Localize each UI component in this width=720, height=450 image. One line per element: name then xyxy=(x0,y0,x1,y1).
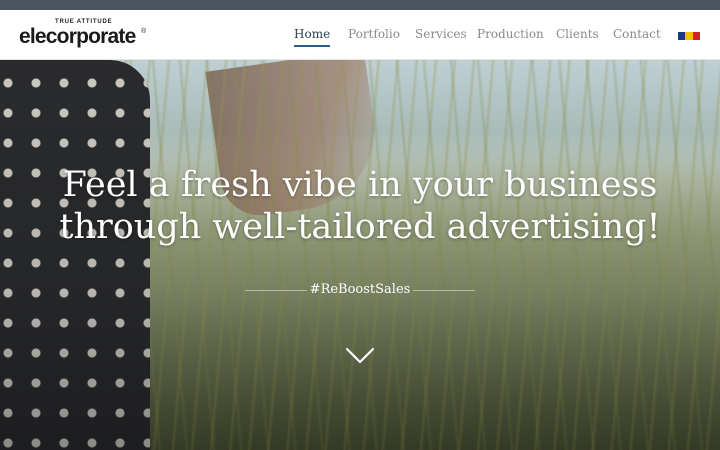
hero-headline: Feel a fresh vibe in your business throu… xyxy=(0,164,720,248)
flag-stripe-red xyxy=(692,32,700,40)
nav-item-production[interactable]: Production xyxy=(477,27,544,41)
flag-stripe-blue xyxy=(678,32,686,40)
hashtag-text: #ReBoostSales xyxy=(309,282,411,297)
nav-item-contact[interactable]: Contact xyxy=(613,27,661,41)
brand-name: elecorporate xyxy=(19,25,136,48)
chevron-down-svg xyxy=(345,347,375,364)
headline-line-1: Feel a fresh vibe in your business xyxy=(62,165,658,205)
registered-mark: ® xyxy=(141,28,147,35)
brand-logo[interactable]: TRUE ATTITUDE elecorporate ® xyxy=(19,19,149,53)
nav-item-home[interactable]: Home xyxy=(294,27,331,47)
nav-item-portfolio[interactable]: Portfolio xyxy=(348,27,400,41)
chevron-down-icon[interactable] xyxy=(345,347,375,365)
headline-line-2: through well-tailored advertising! xyxy=(59,207,661,247)
hero-overlay xyxy=(0,60,720,450)
nav-item-clients[interactable]: Clients xyxy=(556,27,599,41)
top-strip xyxy=(0,0,720,10)
hashtag-row: #ReBoostSales xyxy=(245,281,475,299)
nav-item-services[interactable]: Services xyxy=(415,27,467,41)
language-flag-icon[interactable] xyxy=(678,32,700,40)
flag-stripe-yellow xyxy=(685,32,693,40)
hero-banner: Feel a fresh vibe in your business throu… xyxy=(0,60,720,450)
site-header: TRUE ATTITUDE elecorporate ® Home Portfo… xyxy=(0,10,720,60)
